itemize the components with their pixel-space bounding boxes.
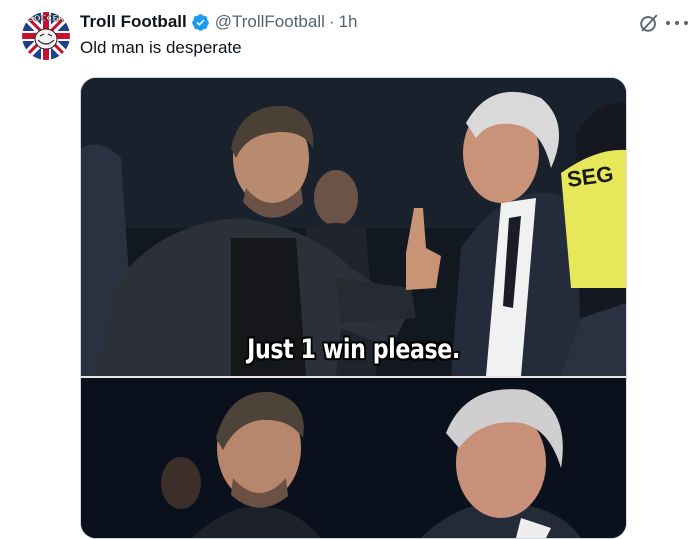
timestamp[interactable]: 1h — [339, 12, 358, 32]
separator-dot: · — [328, 12, 335, 31]
tweet-media[interactable]: SEG Just 1 win please. — [80, 77, 627, 539]
meme-panel-bottom — [81, 378, 626, 538]
avatar[interactable]: SOCCER — [22, 12, 70, 60]
tweet-card[interactable]: SOCCER Troll Football @TrollFootball · 1… — [0, 0, 700, 539]
verified-badge-icon[interactable] — [191, 13, 210, 32]
meme-photo-bottom — [81, 378, 626, 538]
grok-icon[interactable] — [638, 12, 660, 34]
tweet-header: Troll Football @TrollFootball · 1h — [80, 10, 357, 34]
meme-caption: Just 1 win please. — [247, 334, 460, 365]
union-jack-troll-face-icon: SOCCER — [22, 12, 70, 60]
handle[interactable]: @TrollFootball — [215, 12, 325, 32]
avatar-logo-text: SOCCER — [28, 14, 64, 23]
meme-photo-top — [81, 78, 626, 376]
display-name[interactable]: Troll Football — [80, 12, 187, 32]
meme-panel-top: SEG Just 1 win please. — [81, 78, 626, 376]
tweet-text: Old man is desperate — [80, 38, 242, 57]
more-dots-icon[interactable] — [666, 14, 688, 32]
